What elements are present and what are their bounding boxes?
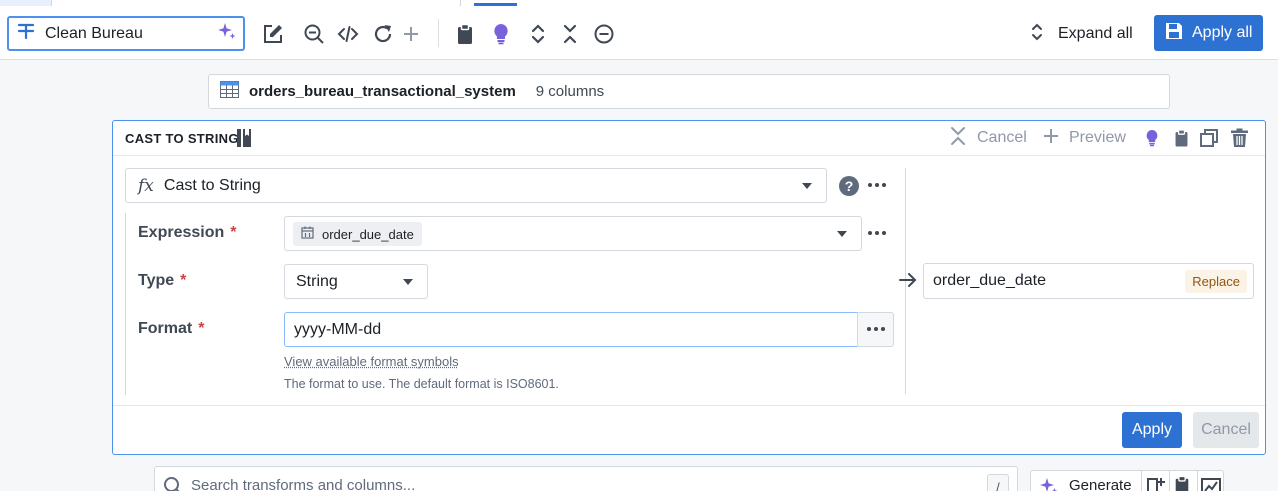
expression-value: order_due_date bbox=[322, 227, 414, 242]
format-input[interactable]: yyyy-MM-dd bbox=[284, 312, 858, 347]
pipeline-name-field[interactable]: Clean Bureau bbox=[7, 16, 245, 51]
format-help-text: The format to use. The default format is… bbox=[284, 377, 559, 391]
header-cancel-label: Cancel bbox=[977, 129, 1027, 147]
more-options-icon[interactable] bbox=[868, 183, 886, 187]
cancel-button[interactable]: Cancel bbox=[1193, 412, 1259, 448]
function-name: Cast to String bbox=[164, 177, 261, 195]
toolbar-divider bbox=[438, 19, 439, 47]
lightbulb-icon[interactable] bbox=[1141, 127, 1163, 149]
clipboard-icon[interactable] bbox=[452, 21, 478, 47]
generate-toolbar: Generate bbox=[1030, 470, 1224, 491]
apply-all-button[interactable]: Apply all bbox=[1154, 15, 1263, 51]
format-label: Format * bbox=[138, 320, 204, 338]
dataset-name: orders_bureau_transactional_system bbox=[249, 83, 516, 100]
parameters-rule bbox=[125, 213, 126, 395]
remove-circle-icon[interactable] bbox=[591, 21, 617, 47]
save-icon bbox=[1165, 22, 1183, 45]
trash-icon[interactable] bbox=[1228, 127, 1250, 149]
toolbar-divider bbox=[1197, 471, 1198, 491]
expand-all-button[interactable]: Expand all bbox=[1030, 20, 1133, 48]
sparkle-icon bbox=[1039, 476, 1059, 491]
add-icon[interactable] bbox=[398, 21, 424, 47]
add-column-icon[interactable] bbox=[1146, 476, 1166, 491]
preview-label: Preview bbox=[1069, 129, 1126, 147]
type-value: String bbox=[296, 273, 338, 291]
chevron-up-down-icon bbox=[1030, 22, 1044, 47]
more-options-icon bbox=[867, 327, 885, 331]
generate-button[interactable]: Generate bbox=[1069, 477, 1132, 491]
expression-label: Expression * bbox=[138, 224, 237, 242]
toolbar: Clean Bureau Expand all Apply all bbox=[0, 6, 1278, 60]
arrow-right-icon bbox=[898, 271, 918, 294]
table-icon bbox=[220, 81, 239, 103]
more-options-icon[interactable] bbox=[868, 231, 886, 235]
clipboard-icon[interactable] bbox=[1173, 475, 1191, 491]
transform-card: CAST TO STRING Cancel Preview fx Cast to… bbox=[112, 120, 1266, 455]
toolbar-divider bbox=[1141, 471, 1142, 491]
dataset-column-count: 9 columns bbox=[536, 83, 604, 100]
clipboard-icon[interactable] bbox=[1170, 127, 1192, 149]
transform-card-header: CAST TO STRING Cancel Preview bbox=[113, 121, 1265, 156]
function-select[interactable]: fx Cast to String bbox=[125, 168, 827, 203]
search-zoom-icon[interactable] bbox=[301, 21, 327, 47]
dataset-bar[interactable]: orders_bureau_transactional_system 9 col… bbox=[208, 74, 1170, 109]
expand-collapse-icon[interactable] bbox=[525, 21, 551, 47]
lightbulb-icon[interactable] bbox=[488, 21, 514, 47]
expand-all-label: Expand all bbox=[1058, 25, 1133, 43]
output-column-name[interactable]: order_due_date bbox=[933, 272, 1046, 290]
collapse-x-icon bbox=[949, 126, 967, 151]
function-icon: fx bbox=[138, 176, 154, 196]
refresh-icon[interactable] bbox=[370, 21, 396, 47]
chevron-down-icon bbox=[837, 231, 847, 237]
transform-list-icon bbox=[17, 22, 35, 45]
pipeline-name[interactable]: Clean Bureau bbox=[45, 25, 217, 43]
apply-all-label: Apply all bbox=[1192, 24, 1252, 42]
format-more-button[interactable] bbox=[857, 312, 894, 347]
chevron-down-icon bbox=[802, 183, 812, 189]
duplicate-icon[interactable] bbox=[1198, 127, 1220, 149]
toolbar-divider bbox=[1169, 471, 1170, 491]
calendar-icon bbox=[301, 226, 314, 242]
bookmark-icon[interactable] bbox=[236, 128, 252, 153]
chart-icon[interactable] bbox=[1201, 476, 1221, 491]
edit-icon[interactable] bbox=[260, 21, 286, 47]
expression-select[interactable]: order_due_date bbox=[284, 216, 862, 251]
header-cancel-button[interactable]: Cancel bbox=[949, 128, 1027, 148]
column-tag[interactable]: order_due_date bbox=[293, 222, 422, 246]
preview-button[interactable]: Preview bbox=[1043, 128, 1126, 148]
transform-title: CAST TO STRING bbox=[125, 131, 239, 146]
search-placeholder: Search transforms and columns... bbox=[191, 477, 415, 491]
help-icon[interactable]: ? bbox=[839, 176, 859, 196]
apply-button[interactable]: Apply bbox=[1122, 412, 1182, 448]
output-column-input[interactable]: order_due_date Replace bbox=[923, 263, 1254, 299]
format-symbols-link[interactable]: View available format symbols bbox=[284, 354, 459, 369]
type-select[interactable]: String bbox=[284, 264, 428, 299]
shortcut-hint: / bbox=[987, 474, 1009, 491]
format-value[interactable]: yyyy-MM-dd bbox=[294, 321, 381, 339]
plus-icon bbox=[1043, 128, 1059, 149]
replace-tag[interactable]: Replace bbox=[1185, 270, 1247, 293]
collapse-all-icon[interactable] bbox=[557, 21, 583, 47]
code-icon[interactable] bbox=[335, 21, 361, 47]
search-transforms-input[interactable]: Search transforms and columns... / bbox=[154, 466, 1018, 491]
search-icon bbox=[163, 476, 183, 491]
type-label: Type * bbox=[138, 272, 186, 290]
sparkle-icon[interactable] bbox=[217, 21, 237, 46]
card-footer-divider bbox=[113, 405, 1265, 406]
chevron-down-icon bbox=[403, 279, 413, 285]
